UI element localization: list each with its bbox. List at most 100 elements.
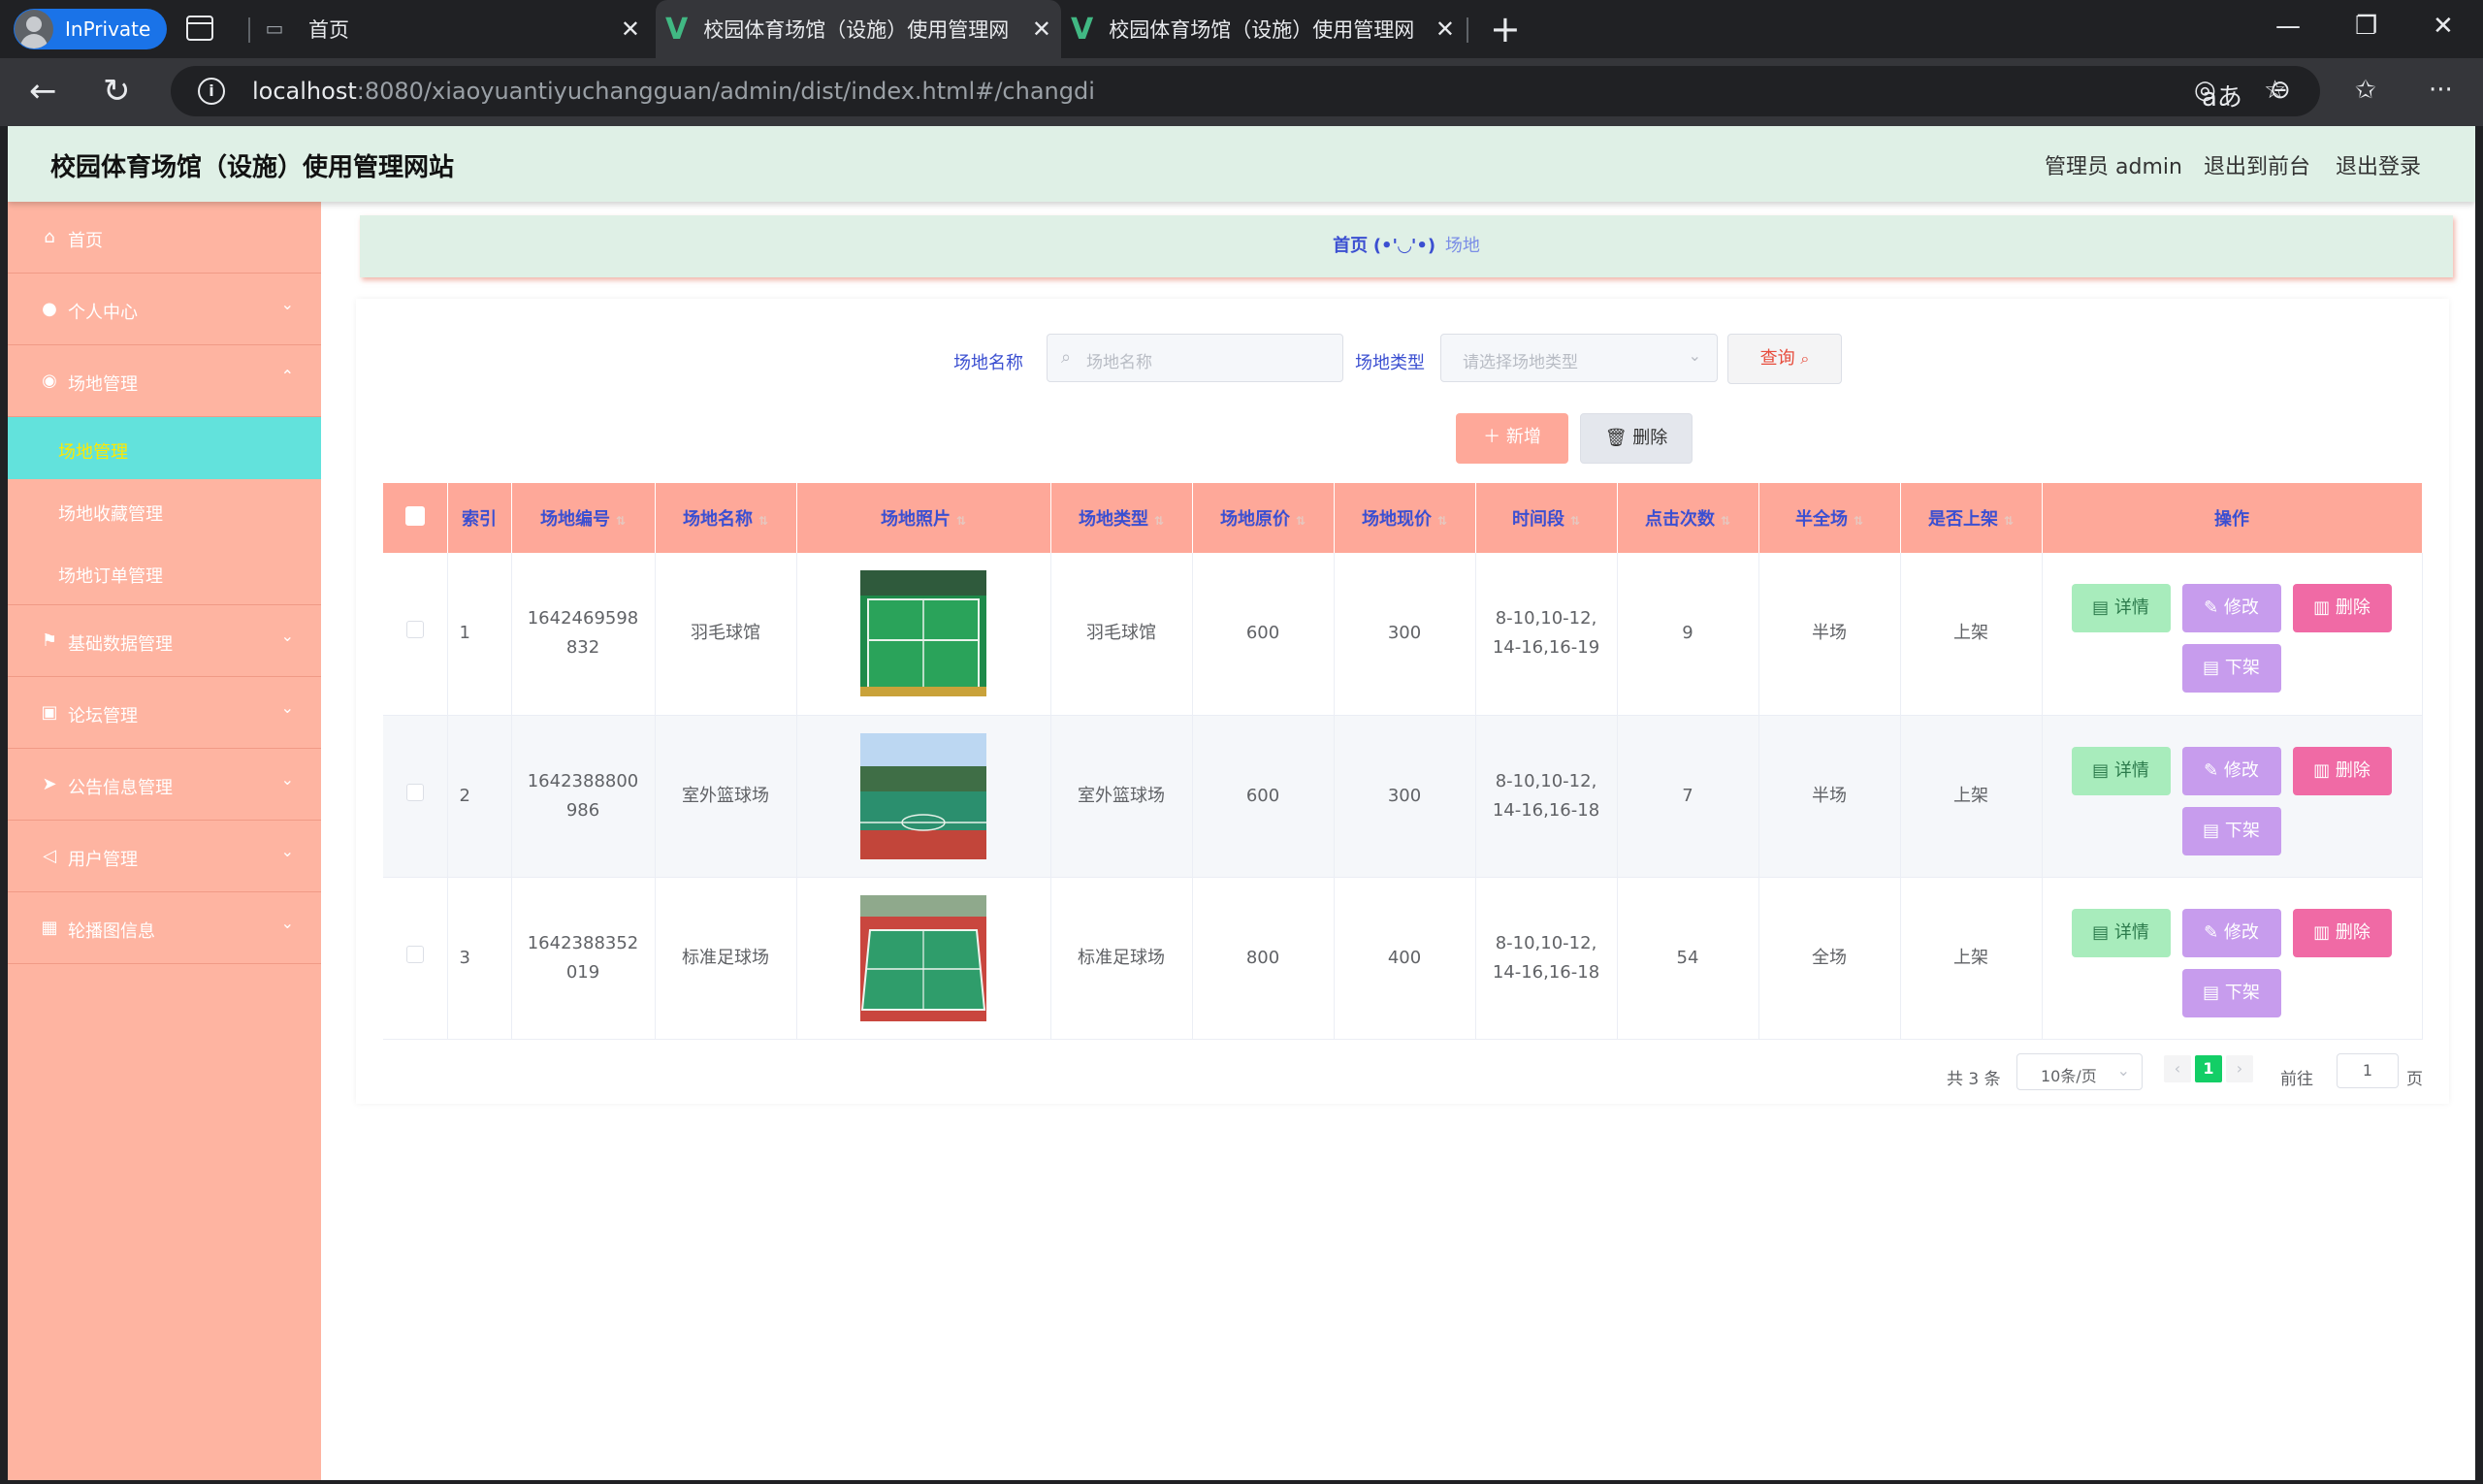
new-tab-icon[interactable]: + <box>1490 8 1521 50</box>
delete-label: 删除 <box>1632 428 1668 448</box>
sort-icon[interactable]: ⇅ <box>1854 514 1863 528</box>
tab-title: 校园体育场馆（设施）使用管理网 <box>703 18 1010 42</box>
row-select-cell[interactable] <box>383 715 448 878</box>
column-header[interactable]: 场地照片 ⇅ <box>796 483 1051 553</box>
delete-button[interactable]: ▥ 删除 <box>2292 584 2392 633</box>
offshelf-label: 下架 <box>2224 658 2260 679</box>
column-header[interactable]: 场地现价 ⇅ <box>1334 483 1476 553</box>
batch-delete-button[interactable]: 🗑︎ 删除 <box>1580 413 1693 464</box>
sort-icon[interactable]: ⇅ <box>1154 514 1164 528</box>
close-tab-icon[interactable]: ✕ <box>621 16 640 43</box>
index-cell: 3 <box>447 877 512 1040</box>
reload-icon[interactable]: ↻ <box>103 72 131 111</box>
sidebar-item-carousel[interactable]: ▦ 轮播图信息 ⌄ <box>8 892 321 964</box>
photo-cell <box>796 877 1051 1040</box>
sidebar-item-users[interactable]: ◁ 用户管理 ⌄ <box>8 821 321 892</box>
sidebar-item-basedata[interactable]: ⚑ 基础数据管理 ⌄ <box>8 605 321 677</box>
column-header[interactable]: 时间段 ⇅ <box>1475 483 1618 553</box>
half-cell: 半场 <box>1758 715 1901 878</box>
home-icon: ⌂ <box>44 227 55 247</box>
delete-button[interactable]: ▥ 删除 <box>2292 746 2392 795</box>
sidebar-item-forum[interactable]: ▣ 论坛管理 ⌄ <box>8 677 321 749</box>
row-select-cell[interactable] <box>383 877 448 1040</box>
edit-button[interactable]: ✎ 修改 <box>2181 584 2281 633</box>
sort-icon[interactable]: ⇅ <box>1296 514 1306 528</box>
column-header[interactable]: 场地类型 ⇅ <box>1050 483 1193 553</box>
minimize-icon[interactable]: — <box>2275 12 2301 41</box>
column-header[interactable]: 场地编号 ⇅ <box>511 483 656 553</box>
sort-icon[interactable]: ⇅ <box>758 514 768 528</box>
column-header[interactable]: 半全场 ⇅ <box>1758 483 1901 553</box>
query-button[interactable]: 查询 ⌕ <box>1727 334 1842 384</box>
clicks-cell: 54 <box>1617 877 1759 1040</box>
offshelf-button[interactable]: ▤ 下架 <box>2181 968 2281 1017</box>
column-header[interactable]: 点击次数 ⇅ <box>1617 483 1759 553</box>
sort-icon[interactable]: ⇅ <box>1570 514 1580 528</box>
page-size-select[interactable]: 10条/页 ⌄ <box>2016 1053 2143 1090</box>
favorite-star-icon[interactable]: ☆ <box>2264 76 2286 105</box>
row-checkbox[interactable] <box>405 945 424 963</box>
goto-page-input[interactable]: 1 <box>2337 1053 2399 1088</box>
sidebar-item-profile[interactable]: ● 个人中心 ⌄ <box>8 274 321 345</box>
close-window-icon[interactable]: ✕ <box>2433 12 2454 41</box>
detail-button[interactable]: ▤ 详情 <box>2071 584 2171 633</box>
select-all-checkbox[interactable] <box>404 505 425 526</box>
now-price-cell: 300 <box>1334 715 1476 878</box>
inprivate-badge[interactable]: InPrivate <box>14 9 167 49</box>
venue-name-input[interactable]: ⌕ 场地名称 <box>1047 334 1343 382</box>
edit-button[interactable]: ✎ 修改 <box>2181 746 2281 795</box>
basketball-court-photo[interactable] <box>860 732 986 859</box>
back-icon[interactable]: ← <box>29 72 57 111</box>
next-page-icon[interactable]: › <box>2226 1055 2253 1082</box>
favorites-list-icon[interactable]: ✩ <box>2355 76 2376 105</box>
detail-button[interactable]: ▤ 详情 <box>2071 746 2171 795</box>
breadcrumb-home[interactable]: 首页 <box>1333 236 1368 256</box>
tab-title: 校园体育场馆（设施）使用管理网 <box>1109 18 1415 42</box>
sidebar-item-notice[interactable]: ➤ 公告信息管理 ⌄ <box>8 749 321 821</box>
column-header[interactable]: 场地名称 ⇅ <box>655 483 797 553</box>
sidebar-item-venue[interactable]: ◉ 场地管理 ⌃ <box>8 345 321 417</box>
select-all-cell[interactable] <box>383 483 448 553</box>
column-header[interactable]: 场地原价 ⇅ <box>1192 483 1335 553</box>
badminton-court-photo[interactable] <box>860 570 986 697</box>
more-menu-icon[interactable]: ··· <box>2429 76 2453 105</box>
sidebar-subitem-venue-favorites[interactable]: 场地收藏管理 <box>8 479 321 541</box>
sort-icon[interactable]: ⇅ <box>956 514 966 528</box>
sort-icon[interactable]: ⇅ <box>616 514 626 528</box>
column-header[interactable]: 是否上架 ⇅ <box>1900 483 2043 553</box>
page-number-current[interactable]: 1 <box>2195 1055 2222 1082</box>
add-button[interactable]: ＋ 新增 <box>1456 413 1568 464</box>
close-tab-icon[interactable]: ✕ <box>1435 16 1455 43</box>
sort-icon[interactable]: ⇅ <box>1437 514 1447 528</box>
back-to-front-link[interactable]: 退出到前台 <box>2204 149 2310 180</box>
url-field[interactable]: i localhost:8080/xiaoyuantiyuchangguan/a… <box>171 66 2320 116</box>
close-tab-icon[interactable]: ✕ <box>1032 16 1051 43</box>
row-checkbox[interactable] <box>405 783 424 801</box>
site-info-icon[interactable]: i <box>198 78 225 105</box>
tab-second[interactable]: V 校园体育场馆（设施）使用管理网 ✕ <box>1065 0 1465 58</box>
football-field-photo[interactable] <box>860 894 986 1021</box>
tab-home[interactable]: ▭ 首页 ✕ <box>262 0 650 58</box>
detail-button[interactable]: ▤ 详情 <box>2071 908 2171 957</box>
sidebar-item-home[interactable]: ⌂ 首页 <box>8 202 321 274</box>
row-select-cell[interactable] <box>383 553 448 716</box>
row-checkbox[interactable] <box>405 621 424 639</box>
restore-icon[interactable]: ❐ <box>2355 12 2377 41</box>
offshelf-button[interactable]: ▤ 下架 <box>2181 644 2281 694</box>
logout-link[interactable]: 退出登录 <box>2336 149 2421 180</box>
sort-icon[interactable]: ⇅ <box>1721 514 1730 528</box>
sidebar-subitem-venue-orders[interactable]: 场地订单管理 <box>8 541 321 605</box>
edge-refresh-icon[interactable]: ◎ <box>2194 76 2216 105</box>
column-label: 场地名称 <box>682 509 753 530</box>
delete-button[interactable]: ▥ 删除 <box>2292 908 2392 957</box>
prev-page-icon[interactable]: ‹ <box>2164 1055 2191 1082</box>
sort-icon[interactable]: ⇅ <box>2004 514 2014 528</box>
edit-button[interactable]: ✎ 修改 <box>2181 908 2281 957</box>
table-row: 2 1642388800986 室外篮球场 室外篮球场 600 300 8-10… <box>383 715 2423 878</box>
sidebar-subitem-venue-manage[interactable]: 场地管理 <box>8 417 321 479</box>
offshelf-button[interactable]: ▤ 下架 <box>2181 806 2281 855</box>
workspaces-icon[interactable] <box>186 16 213 41</box>
venue-type-select[interactable]: 请选择场地类型 ⌄ <box>1440 334 1718 382</box>
tab-active[interactable]: V 校园体育场馆（设施）使用管理网 ✕ <box>656 0 1061 58</box>
edit-label: 修改 <box>2223 597 2259 619</box>
